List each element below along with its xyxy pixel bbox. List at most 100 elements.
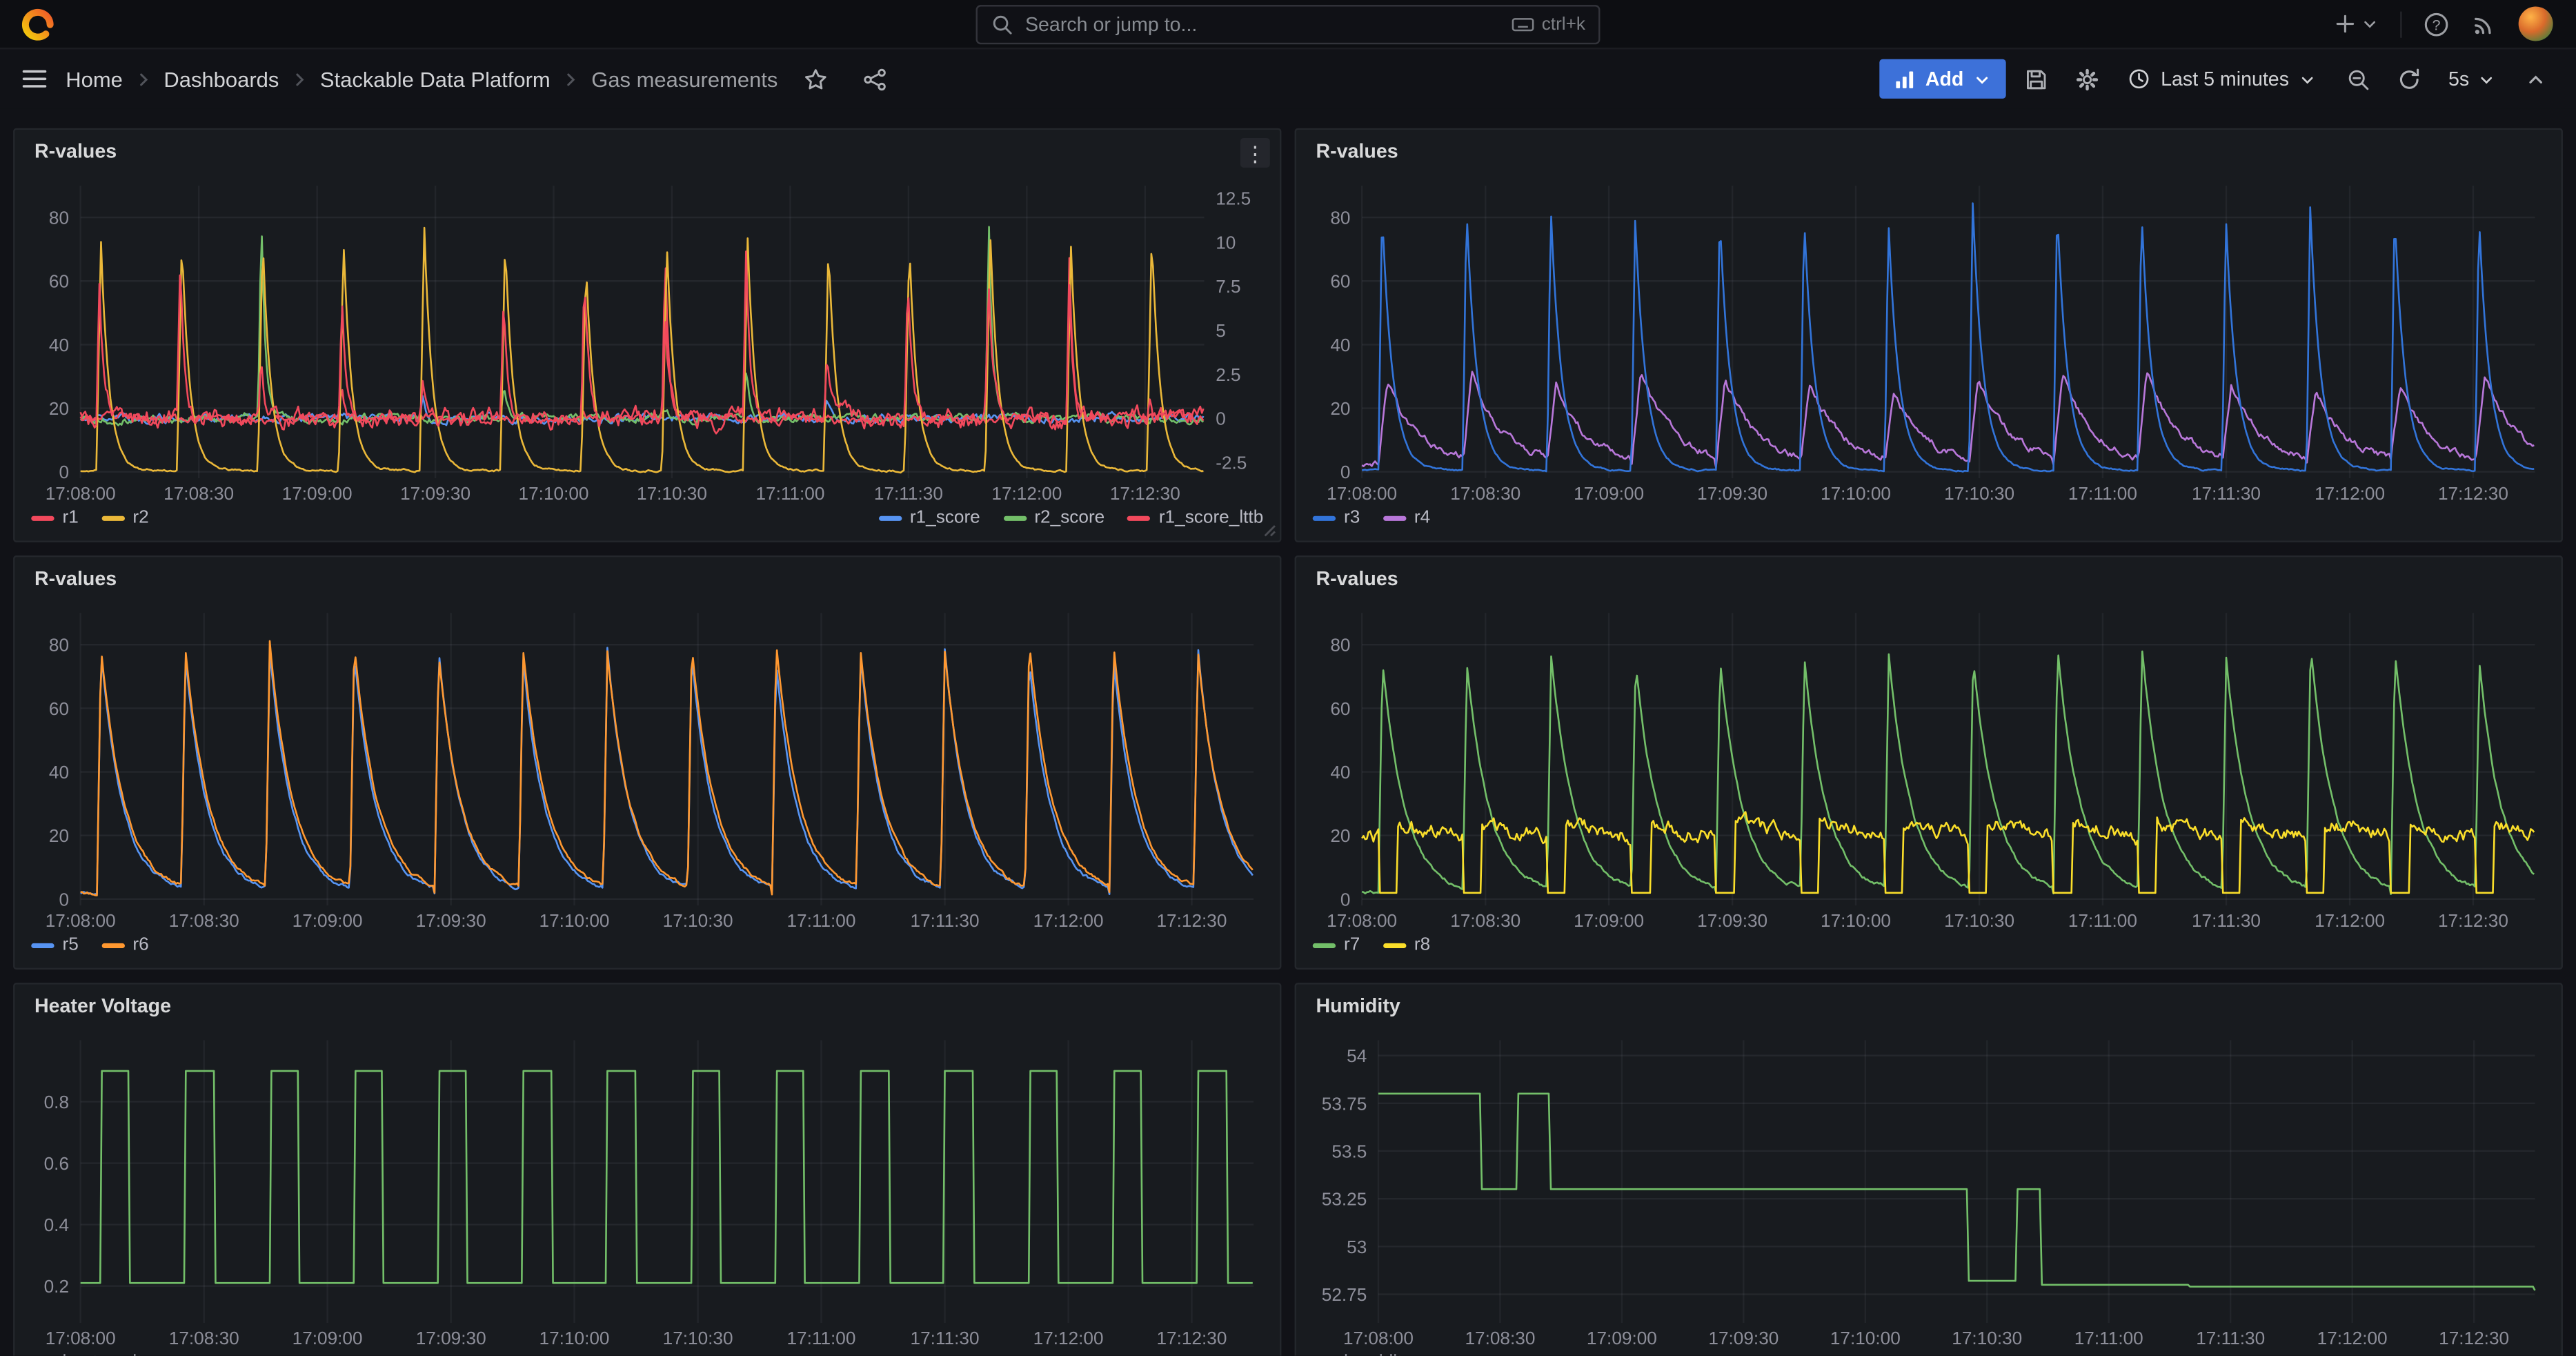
svg-text:17:08:30: 17:08:30 (164, 483, 234, 504)
panel-title[interactable]: R-values (1316, 139, 1398, 162)
news-button[interactable] (2471, 10, 2497, 37)
svg-text:17:09:30: 17:09:30 (416, 910, 486, 931)
legend-item-r2[interactable]: r2 (101, 508, 149, 528)
svg-text:80: 80 (1330, 208, 1350, 228)
panel-title[interactable]: Heater Voltage (34, 994, 171, 1017)
svg-text:17:10:00: 17:10:00 (1830, 1328, 1901, 1348)
dashboard-controls: Add (1879, 59, 2556, 99)
svg-text:80: 80 (49, 208, 69, 228)
panel-humidity: Humidity 52.755353.2553.553.755417:08:00… (1295, 983, 2563, 1356)
panel-r-values-2: R-values 02040608017:08:0017:08:3017:09:… (1295, 128, 2563, 542)
svg-text:0.4: 0.4 (44, 1215, 69, 1235)
legend-item-humidity[interactable]: humidity (1313, 1353, 1411, 1356)
time-range-label: Last 5 minutes (2161, 68, 2289, 90)
legend-item-r1_score[interactable]: r1_score (879, 508, 980, 528)
svg-text:0: 0 (59, 462, 69, 482)
svg-text:17:12:00: 17:12:00 (2317, 1328, 2388, 1348)
refresh-interval-picker[interactable]: 5s (2439, 59, 2506, 99)
svg-text:17:09:30: 17:09:30 (1708, 1328, 1779, 1348)
breadcrumb-current[interactable]: Gas measurements (591, 66, 777, 91)
save-dashboard-button[interactable] (2014, 59, 2057, 99)
time-range-picker[interactable]: Last 5 minutes (2117, 59, 2328, 99)
grafana-logo[interactable] (20, 6, 56, 41)
panel-header: R-values (14, 557, 1280, 600)
svg-text:17:12:00: 17:12:00 (2315, 910, 2385, 931)
legend-item-r6[interactable]: r6 (101, 935, 149, 955)
panel-header: R-values (1296, 557, 2562, 600)
add-panel-icon (1894, 68, 1916, 90)
legend-item-r3[interactable]: r3 (1313, 508, 1360, 528)
legend-item-r1[interactable]: r1 (31, 508, 79, 528)
refresh-icon (2397, 66, 2421, 91)
panel-title[interactable]: Humidity (1316, 994, 1400, 1017)
svg-text:17:12:00: 17:12:00 (1033, 1328, 1104, 1348)
svg-text:80: 80 (1330, 635, 1350, 656)
breadcrumb-folder[interactable]: Stackable Data Platform (320, 66, 551, 91)
new-menu-button[interactable] (2333, 12, 2379, 37)
svg-text:20: 20 (1330, 398, 1350, 419)
svg-text:54: 54 (1347, 1045, 1367, 1066)
time-series-chart[interactable]: 52.755353.2553.553.755417:08:0017:08:301… (1306, 1027, 2551, 1349)
svg-text:17:08:30: 17:08:30 (1465, 1328, 1535, 1348)
legend-item-r2_score[interactable]: r2_score (1003, 508, 1104, 528)
svg-text:17:11:00: 17:11:00 (2074, 1328, 2143, 1348)
menu-icon (20, 64, 50, 94)
zoom-out-icon (2346, 66, 2370, 91)
mega-menu-toggle[interactable] (20, 64, 50, 94)
svg-text:52.75: 52.75 (1322, 1284, 1367, 1305)
svg-text:17:08:30: 17:08:30 (169, 910, 239, 931)
search-input[interactable]: Search or jump to... ctrl+k (976, 5, 1601, 44)
help-button[interactable]: ? (2424, 10, 2450, 37)
svg-text:17:12:00: 17:12:00 (991, 483, 1062, 504)
chevron-right-icon (290, 70, 308, 88)
panel-title[interactable]: R-values (34, 567, 117, 590)
panel-header: Heater Voltage (14, 984, 1280, 1027)
time-series-chart[interactable]: 02040608017:08:0017:08:3017:09:0017:09:3… (1306, 600, 2551, 932)
breadcrumb-home[interactable]: Home (66, 66, 123, 91)
collapse-toolbar-button[interactable] (2514, 59, 2557, 99)
breadcrumb-dashboards[interactable]: Dashboards (164, 66, 279, 91)
favorite-button[interactable] (794, 59, 837, 99)
svg-text:17:09:30: 17:09:30 (1697, 483, 1767, 504)
user-avatar[interactable] (2519, 7, 2553, 41)
svg-text:17:08:30: 17:08:30 (1450, 483, 1520, 504)
svg-text:17:11:00: 17:11:00 (755, 483, 824, 504)
svg-text:0.8: 0.8 (44, 1092, 69, 1112)
svg-text:17:09:30: 17:09:30 (1697, 910, 1767, 931)
panel-title[interactable]: R-values (1316, 567, 1398, 590)
svg-text:17:12:30: 17:12:30 (2438, 910, 2508, 931)
panel-resize-handle[interactable] (1263, 524, 1276, 538)
panel-heater-voltage: Heater Voltage 0.20.40.60.817:08:0017:08… (13, 983, 1281, 1356)
panel-title[interactable]: R-values (34, 139, 117, 162)
legend-item-heatervoltage[interactable]: heatervoltage (31, 1353, 172, 1356)
svg-text:17:12:00: 17:12:00 (1033, 910, 1104, 931)
svg-text:0: 0 (59, 889, 69, 910)
legend-item-r4[interactable]: r4 (1383, 508, 1431, 528)
svg-text:17:10:00: 17:10:00 (1821, 910, 1891, 931)
svg-text:17:12:30: 17:12:30 (2439, 1328, 2509, 1348)
add-panel-button[interactable]: Add (1879, 59, 2006, 99)
dashboard-settings-button[interactable] (2065, 59, 2108, 99)
share-button[interactable] (853, 59, 896, 99)
time-series-chart[interactable]: 0.20.40.60.817:08:0017:08:3017:09:0017:0… (25, 1027, 1270, 1349)
svg-text:40: 40 (49, 335, 69, 355)
svg-text:80: 80 (49, 635, 69, 656)
panel-menu-button[interactable]: ⋮ (1240, 138, 1270, 168)
svg-text:17:11:30: 17:11:30 (2192, 483, 2261, 504)
svg-text:17:08:00: 17:08:00 (46, 483, 116, 504)
time-series-chart[interactable]: 02040608017:08:0017:08:3017:09:0017:09:3… (25, 600, 1270, 932)
legend-item-r1_score_lttb[interactable]: r1_score_lttb (1128, 508, 1264, 528)
legend-item-r8[interactable]: r8 (1383, 935, 1431, 955)
legend-item-r7[interactable]: r7 (1313, 935, 1360, 955)
svg-text:0.6: 0.6 (44, 1153, 69, 1174)
legend-item-r5[interactable]: r5 (31, 935, 79, 955)
time-series-chart[interactable]: 02040608017:08:0017:08:3017:09:0017:09:3… (1306, 173, 2551, 504)
save-icon (2023, 66, 2048, 91)
panel-legend: r7 r8 (1296, 932, 2562, 967)
svg-text:17:12:00: 17:12:00 (2315, 483, 2385, 504)
zoom-out-button[interactable] (2337, 59, 2379, 99)
panel-header: Humidity (1296, 984, 2562, 1027)
time-series-chart[interactable]: 020406080-2.502.557.51012.517:08:0017:08… (25, 173, 1270, 504)
svg-text:10: 10 (1216, 232, 1236, 253)
refresh-button[interactable] (2388, 59, 2430, 99)
